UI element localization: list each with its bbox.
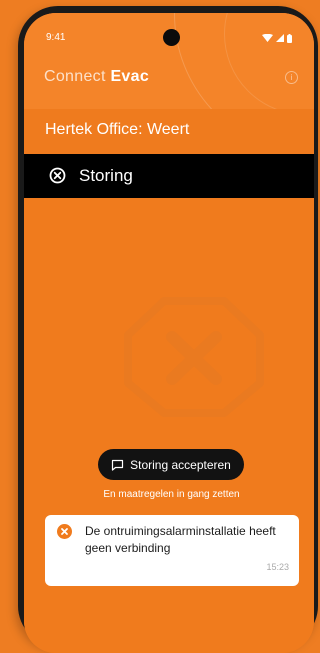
wifi-icon	[262, 34, 273, 42]
accept-subtext: En maatregelen in gang zetten	[103, 489, 240, 500]
location-title: Hertek Office: Weert	[45, 121, 190, 138]
app-title: Connect Evac	[44, 68, 149, 86]
chat-icon	[112, 459, 124, 471]
signal-icon	[276, 34, 284, 42]
app-title-bold: Evac	[110, 68, 150, 85]
alarm-status-bar: Storing	[24, 154, 314, 198]
close-circle-icon	[49, 167, 66, 184]
notification-message: De ontruimingsalarminstallatie heeft gee…	[85, 524, 276, 555]
info-icon[interactable]: i	[285, 71, 298, 84]
accept-button-label: Storing accepteren	[130, 457, 231, 472]
alarm-title: Storing	[79, 166, 133, 185]
notification-card[interactable]: De ontruimingsalarminstallatie heeft gee…	[45, 515, 299, 586]
battery-icon	[287, 33, 292, 43]
app-title-light: Connect	[44, 68, 106, 85]
location-bar: Hertek Office: Weert	[24, 109, 314, 154]
notification-time: 15:23	[266, 562, 289, 572]
camera-cutout	[163, 29, 180, 46]
accept-fault-button[interactable]: Storing accepteren	[98, 449, 244, 480]
error-octagon-icon	[124, 297, 264, 417]
status-icons	[262, 33, 292, 43]
error-icon	[57, 524, 72, 539]
app-header: 9:41 Connect Evac i	[24, 13, 314, 109]
status-time: 9:41	[46, 32, 66, 43]
